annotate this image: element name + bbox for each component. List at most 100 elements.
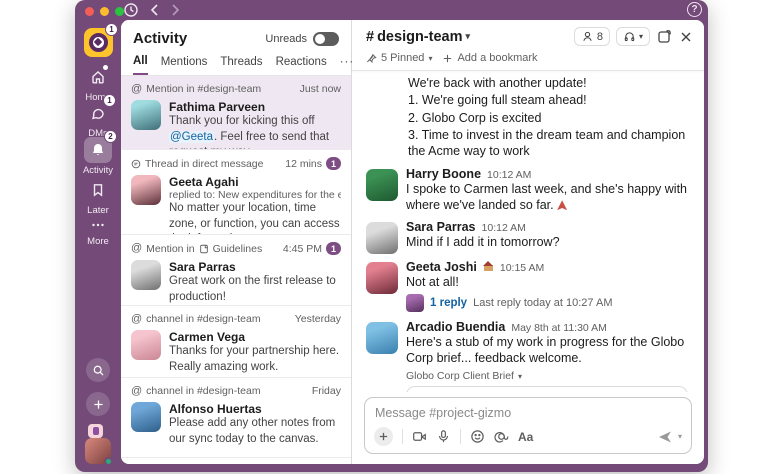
format-button[interactable]: Aa xyxy=(518,430,533,444)
create-new-button[interactable] xyxy=(86,392,110,416)
send-options-chevron-icon[interactable]: ▾ xyxy=(678,432,682,441)
workspace-badge: 1 xyxy=(105,23,118,36)
more-dots-icon xyxy=(92,223,104,227)
pinned-items[interactable]: 5 Pinned ▾ xyxy=(366,52,432,64)
huddle-button[interactable]: ▾ xyxy=(615,27,650,46)
presence-indicator xyxy=(104,457,113,466)
activity-item-channel-carmen[interactable]: @ channel in #design-team Yesterday Carm… xyxy=(121,306,351,378)
activity-panel: Activity Unreads All Mentions Threads Re… xyxy=(121,20,353,464)
chevron-down-icon: ▾ xyxy=(517,371,522,381)
members-button[interactable]: 8 xyxy=(573,27,610,46)
bookmarks-bar: 5 Pinned ▾ Add a bookmark xyxy=(352,50,704,71)
tab-reactions[interactable]: Reactions xyxy=(276,56,327,74)
activity-item-time: Friday xyxy=(311,385,341,397)
members-icon xyxy=(583,31,592,41)
add-bookmark-button[interactable]: Add a bookmark xyxy=(442,52,538,64)
workspace-rail: 1 Home 1 DMs 2 Activity Later More xyxy=(75,20,121,472)
message-update-list: We're back with another update! 1. We're… xyxy=(408,75,686,159)
workspace-logo-icon xyxy=(89,33,108,52)
mention-at-icon: @ xyxy=(131,242,143,254)
slack-window: ? 1 Home 1 DMs 2 Activity Later More Act… xyxy=(75,0,708,472)
avatar-alfonso xyxy=(131,402,161,432)
close-icon[interactable] xyxy=(678,29,694,45)
close-window-button[interactable] xyxy=(85,7,94,16)
later-bookmark-icon xyxy=(93,184,103,197)
message-sara[interactable]: Sara Parras 10:12 AM Mind if I add it in … xyxy=(352,216,704,256)
avatar-fathima xyxy=(131,100,161,130)
headphones-icon xyxy=(624,32,635,42)
message-geeta-joshi[interactable]: Geeta Joshi 10:15 AM Not at all! 1 reply … xyxy=(352,256,704,316)
activity-item-thread-geeta[interactable]: Thread in direct message 12 mins 1 Geeta … xyxy=(121,150,351,235)
activity-item-time: 4:45 PM xyxy=(282,242,322,255)
canvas-doc-icon xyxy=(199,244,208,253)
emoji-icon[interactable] xyxy=(470,429,485,444)
titlebar: ? xyxy=(75,0,708,20)
history-icon[interactable] xyxy=(123,2,139,18)
home-icon xyxy=(92,71,104,84)
avatar-arcadio xyxy=(366,321,398,354)
status-emoji xyxy=(88,424,103,438)
message-input[interactable] xyxy=(365,398,691,422)
chevron-down-icon: ▾ xyxy=(428,53,433,63)
mention-at-icon[interactable] xyxy=(494,429,509,444)
back-icon[interactable] xyxy=(147,2,163,18)
avatar-harry xyxy=(366,169,398,201)
sidebar-item-activity[interactable]: 2 Activity xyxy=(75,130,121,176)
workspace-switcher[interactable]: 1 xyxy=(84,23,118,57)
avatar-sara xyxy=(366,221,398,254)
minimize-window-button[interactable] xyxy=(100,7,109,16)
activity-tabs: All Mentions Threads Reactions ··· xyxy=(121,51,353,76)
avatar-geeta-joshi xyxy=(366,261,398,294)
hash-icon: # xyxy=(366,28,375,45)
dms-icon xyxy=(92,108,104,120)
canvas-card[interactable]: Globo Corp Client Brief Canvas xyxy=(406,386,688,392)
channel-header: # design-team ▾ 8 ▾ xyxy=(352,20,704,50)
unreads-label: Unreads xyxy=(265,32,307,45)
tab-all[interactable]: All xyxy=(133,55,148,75)
tab-mentions[interactable]: Mentions xyxy=(161,56,208,74)
video-icon[interactable] xyxy=(412,429,427,444)
activity-item-time: 12 mins xyxy=(285,157,322,170)
search-button[interactable] xyxy=(86,358,110,382)
unreads-toggle[interactable] xyxy=(313,31,339,46)
activity-item-mention-sara[interactable]: @ Mention in Guidelines 4:45 PM 1 Sara Pa… xyxy=(121,235,351,306)
activity-bell-icon xyxy=(93,144,103,156)
activity-item-mention-fathima[interactable]: @ Mention in #design-team Just now Fathi… xyxy=(121,76,351,150)
plus-icon xyxy=(379,432,388,441)
composer-toolbar: Aa ▾ xyxy=(365,422,691,453)
sidebar-item-later[interactable]: Later xyxy=(75,177,121,216)
unread-count-badge: 1 xyxy=(326,242,341,255)
canvas-panel-icon[interactable] xyxy=(656,29,672,45)
attachment-label[interactable]: Globo Corp Client Brief ▾ xyxy=(406,370,688,382)
content-area: Activity Unreads All Mentions Threads Re… xyxy=(121,20,704,464)
search-icon xyxy=(93,365,103,375)
sidebar-item-more[interactable]: More xyxy=(75,216,121,247)
avatar-carmen xyxy=(131,330,161,360)
tab-threads[interactable]: Threads xyxy=(220,56,262,74)
message-harry[interactable]: Harry Boone 10:12 AM I spoke to Carmen la… xyxy=(352,163,704,216)
desktop: ? 1 Home 1 DMs 2 Activity Later More Act… xyxy=(0,0,780,474)
message-arcadio[interactable]: Arcadio Buendia May 8th at 11:30 AM Here'… xyxy=(352,316,704,392)
thread-reply-bar[interactable]: 1 reply Last reply today at 10:27 AM xyxy=(406,293,688,312)
avatar-geeta-agahi xyxy=(131,175,161,205)
replied-to-context: replied to: New expenditures for the ent… xyxy=(169,189,341,201)
thread-replies-link[interactable]: 1 reply xyxy=(430,297,467,309)
channel-title[interactable]: # design-team ▾ xyxy=(366,29,470,45)
home-unread-dot xyxy=(103,65,108,70)
mention-link[interactable]: @Geeta xyxy=(169,130,215,143)
activity-list: @ Mention in #design-team Just now Fathi… xyxy=(121,76,351,464)
divider xyxy=(402,429,403,444)
thread-icon xyxy=(131,159,141,168)
plus-icon xyxy=(93,399,103,409)
message-list: We're back with another update! 1. We're… xyxy=(352,71,704,392)
user-avatar[interactable] xyxy=(85,438,113,466)
divider xyxy=(460,429,461,444)
thread-reply-avatar xyxy=(406,293,424,312)
attach-button[interactable] xyxy=(374,427,393,446)
forward-icon[interactable] xyxy=(167,2,183,18)
activity-item-time: Just now xyxy=(299,83,341,95)
help-icon[interactable]: ? xyxy=(687,2,702,17)
send-icon[interactable] xyxy=(657,429,673,445)
mic-icon[interactable] xyxy=(436,429,451,444)
activity-item-channel-alfonso[interactable]: @ channel in #design-team Friday Alfonso… xyxy=(121,378,351,458)
